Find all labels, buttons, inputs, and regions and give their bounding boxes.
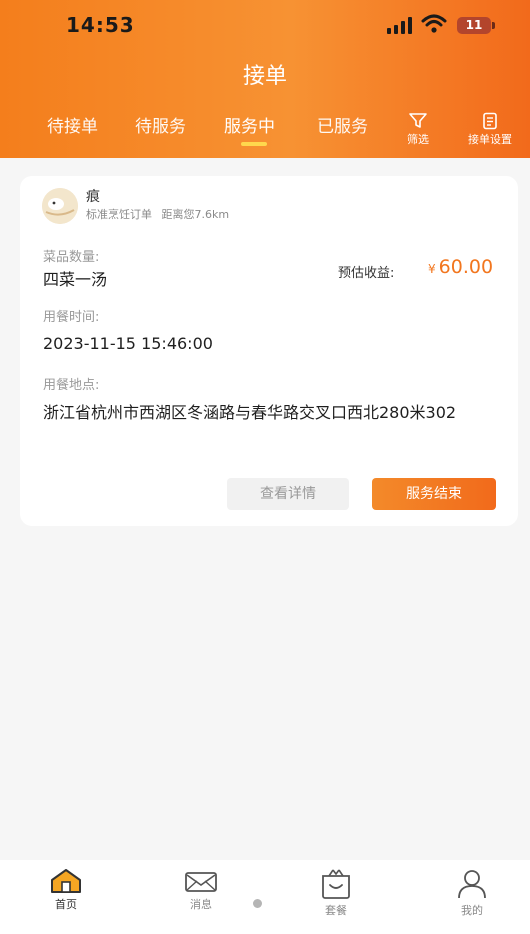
tabbar-label-messages: 消息: [190, 898, 212, 911]
header: 14:53 11 接单 待接单 待服务 服务中 已服务 筛选 接单设置: [0, 0, 530, 158]
active-tab-indicator: [241, 142, 267, 146]
filter-icon: [409, 113, 427, 128]
income-amount: 60.00: [438, 256, 494, 278]
finish-service-button[interactable]: 服务结束: [372, 478, 496, 510]
tab-pending-accept[interactable]: 待接单: [47, 112, 98, 137]
currency-symbol: ¥: [428, 262, 436, 276]
message-icon: [185, 872, 217, 892]
floating-dot: [253, 899, 262, 908]
profile-icon: [458, 870, 486, 899]
tabbar-item-package[interactable]: 套餐: [296, 868, 376, 918]
tabbar-label-profile: 我的: [461, 904, 483, 917]
view-details-button[interactable]: 查看详情: [227, 478, 349, 510]
tabbar-label-package: 套餐: [325, 904, 347, 917]
order-card: 痕 标准烹饪订单 距离您7.6km 菜品数量: 四菜一汤 预估收益: ¥60.0…: [20, 176, 518, 526]
order-settings-label: 接单设置: [468, 133, 512, 146]
time-value: 2023-11-15 15:46:00: [43, 334, 213, 353]
customer-nickname: 痕: [86, 189, 100, 205]
tabbar-label-home: 首页: [55, 898, 77, 911]
home-icon: [51, 869, 81, 893]
location-value: 浙江省杭州市西湖区冬涵路与春华路交叉口西北280米302: [43, 403, 457, 422]
tab-in-service[interactable]: 服务中: [224, 112, 275, 137]
location-label: 用餐地点:: [43, 378, 100, 393]
income-value: ¥60.00: [428, 256, 493, 278]
status-bar: 14:53 11: [0, 0, 530, 52]
tabbar-item-messages[interactable]: 消息: [161, 868, 241, 912]
settings-doc-icon: [483, 112, 497, 130]
tabbar-item-profile[interactable]: 我的: [432, 868, 512, 918]
filter-button[interactable]: 筛选: [396, 112, 440, 147]
tabbar-item-home[interactable]: 首页: [26, 868, 106, 912]
tab-served[interactable]: 已服务: [317, 112, 368, 137]
bottom-tabbar: 首页 消息 套餐 我的: [0, 860, 530, 934]
package-icon: [322, 869, 350, 899]
battery-tip: [492, 22, 495, 29]
dish-count-value: 四菜一汤: [43, 270, 108, 289]
order-settings-button[interactable]: 接单设置: [458, 112, 522, 147]
time-label: 用餐时间:: [43, 310, 100, 325]
page-title: 接单: [242, 64, 287, 89]
wifi-icon: [421, 14, 447, 33]
avatar: [42, 188, 78, 224]
tab-pending-service[interactable]: 待服务: [135, 112, 186, 137]
dish-count-label: 菜品数量:: [43, 250, 100, 265]
battery-icon: 11: [457, 17, 491, 34]
filter-label: 筛选: [407, 133, 429, 146]
income-label: 预估收益:: [338, 266, 395, 281]
order-type: 标准烹饪订单: [86, 208, 152, 221]
order-meta: 标准烹饪订单 距离您7.6km: [86, 206, 235, 222]
signal-icon: [387, 17, 412, 34]
distance: 距离您7.6km: [161, 208, 230, 221]
status-time: 14:53: [66, 13, 135, 37]
